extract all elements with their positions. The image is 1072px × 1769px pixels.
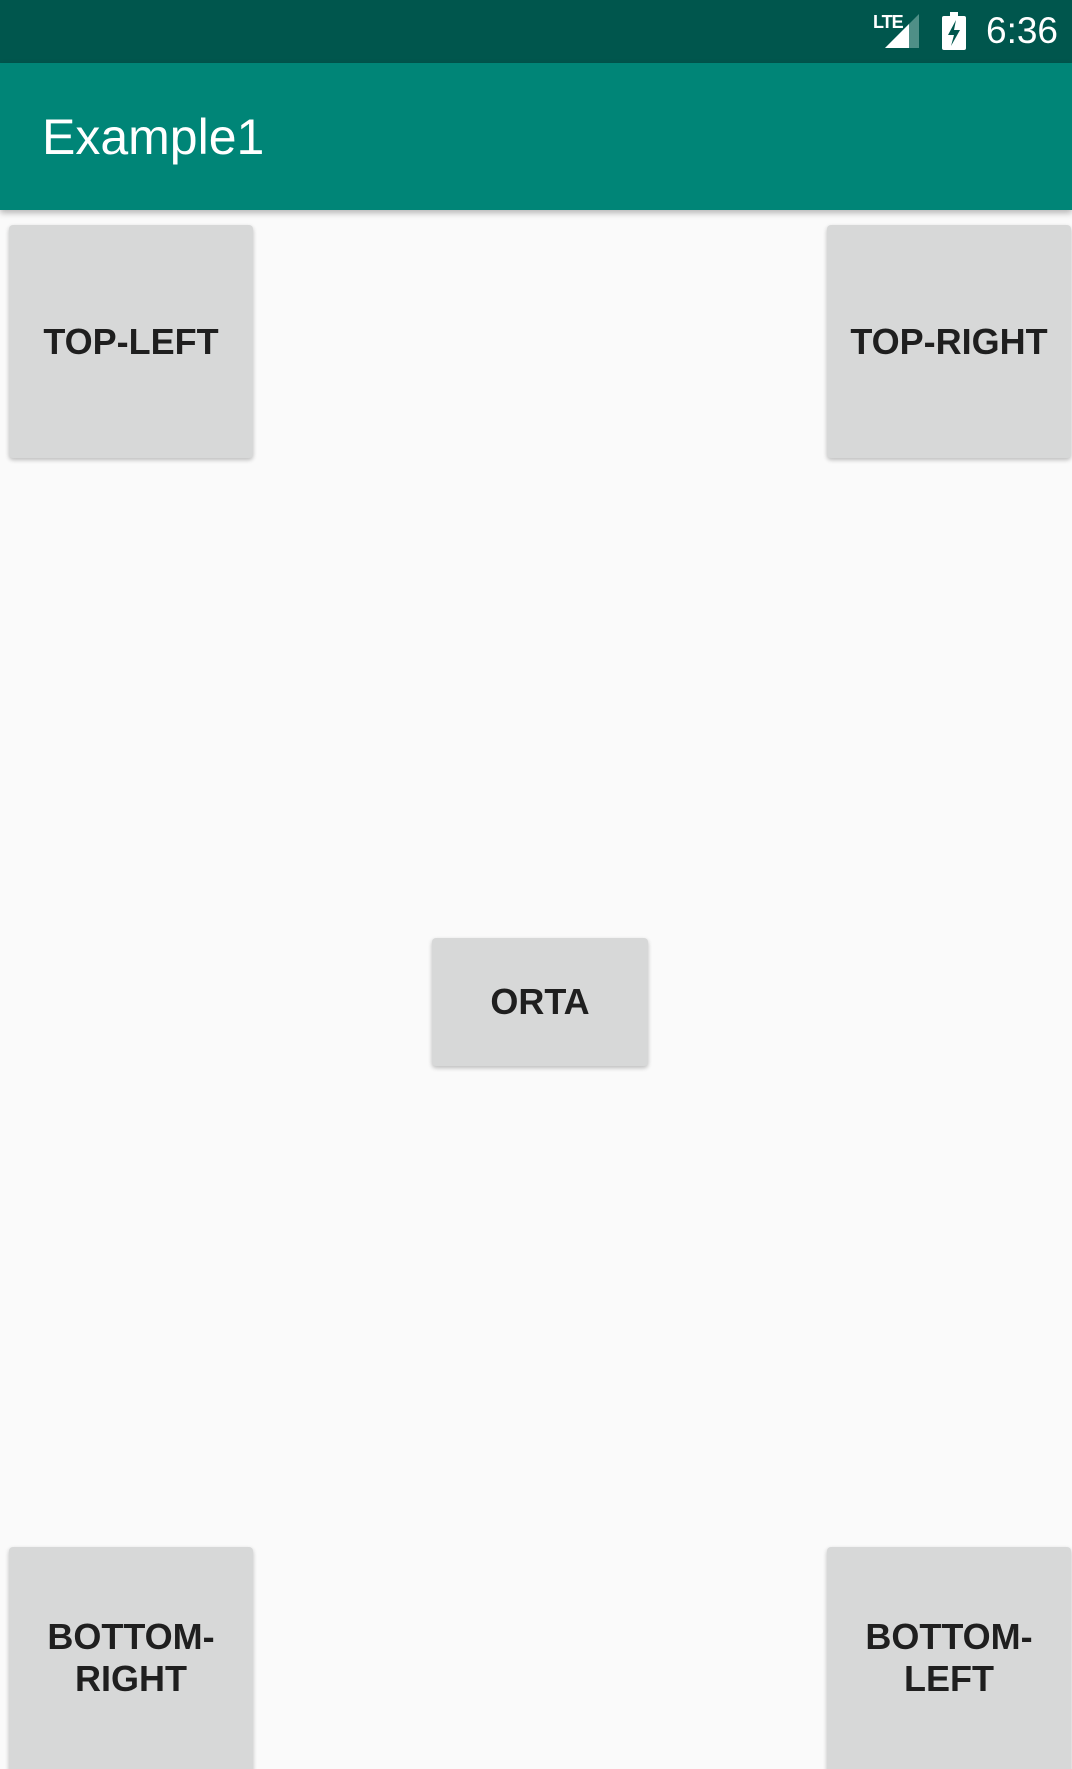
app-title: Example1 [42, 109, 265, 165]
status-time: 6:36 [986, 10, 1059, 51]
bottom-right-button[interactable]: BOTTOM- RIGHT [9, 1547, 253, 1769]
app-screen: LTE 6:36 Example1 TOP-LEFT TOP-RIGHT ORT… [0, 0, 1072, 1769]
bottom-left-button[interactable]: BOTTOM- LEFT [827, 1547, 1071, 1769]
app-bar: Example1 [0, 63, 1072, 210]
signal-icon [885, 14, 919, 48]
battery-charging-icon [942, 12, 966, 50]
top-left-button[interactable]: TOP-LEFT [9, 225, 253, 458]
status-bar: LTE 6:36 [0, 0, 1072, 63]
top-right-button[interactable]: TOP-RIGHT [827, 225, 1071, 458]
center-button[interactable]: ORTA [432, 938, 648, 1066]
